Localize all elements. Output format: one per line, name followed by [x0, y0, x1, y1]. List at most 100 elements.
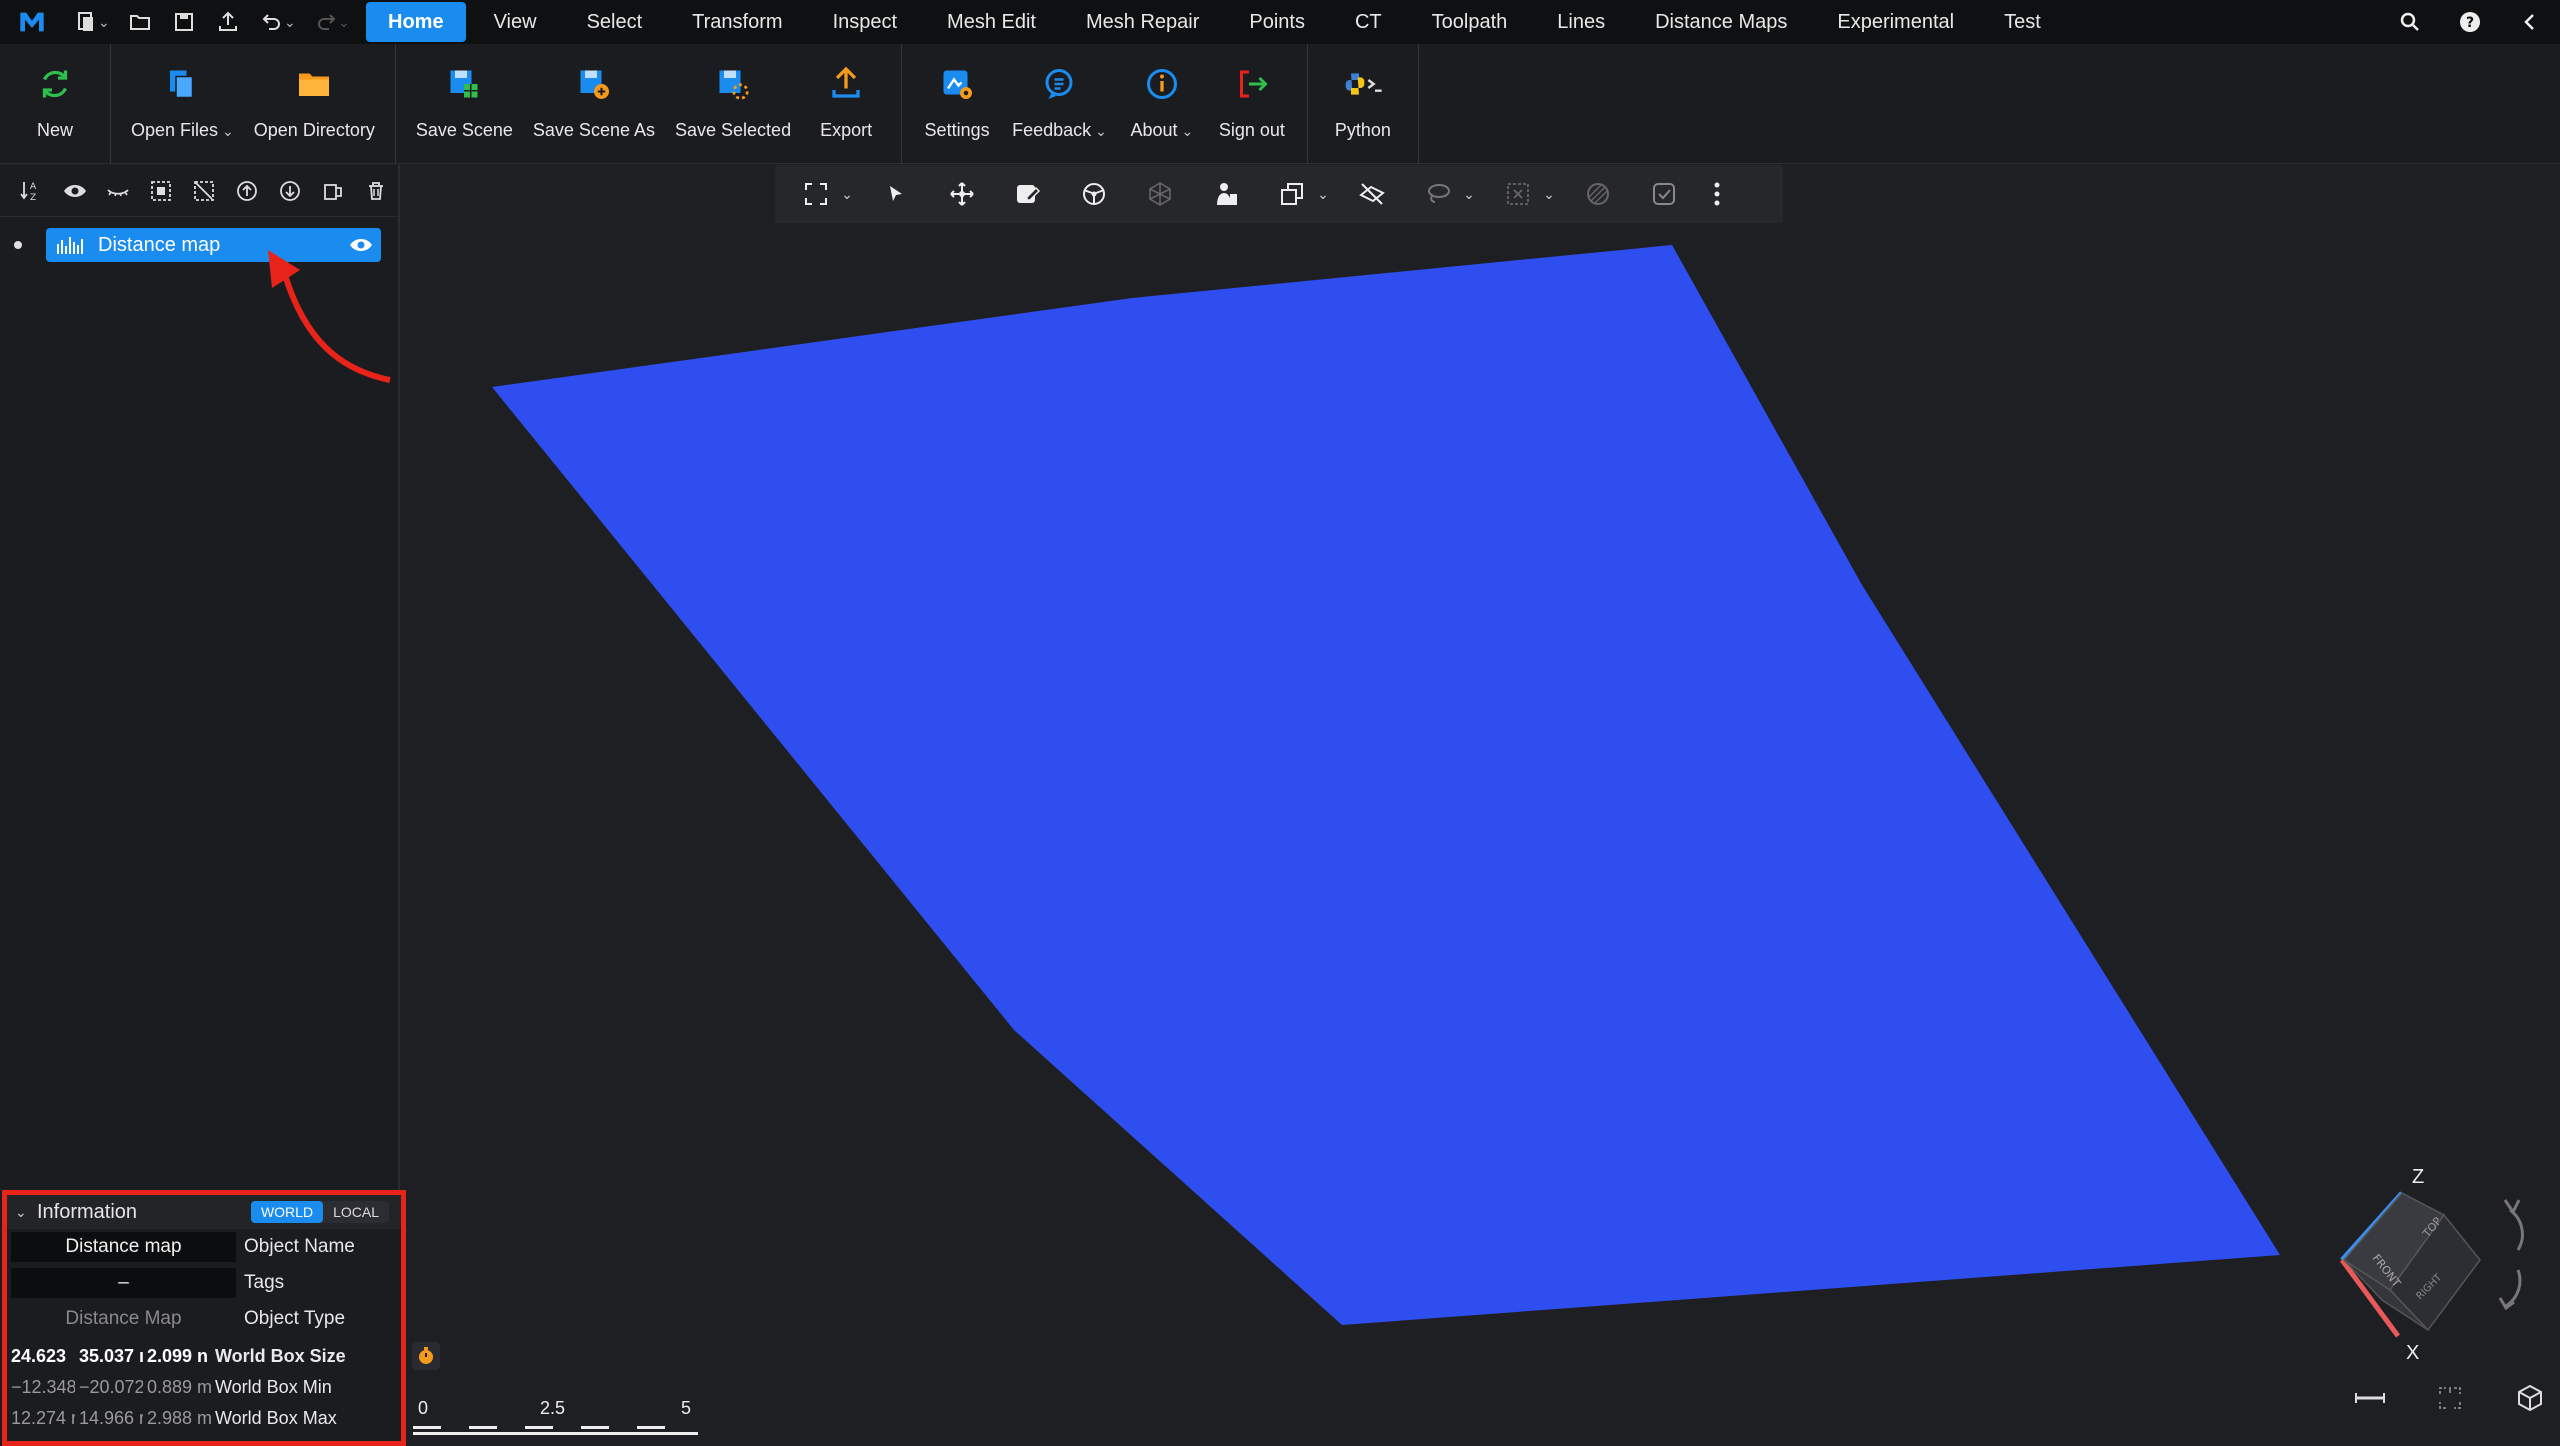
- select-all-icon[interactable]: [139, 171, 182, 211]
- move-up-icon[interactable]: [226, 171, 269, 211]
- chevron-down-icon[interactable]: ⌄: [837, 171, 857, 217]
- chevron-down-icon[interactable]: ⌄: [1095, 123, 1107, 139]
- tab-home[interactable]: Home: [366, 2, 466, 42]
- tab-experimental[interactable]: Experimental: [1815, 2, 1976, 42]
- tab-mesh-repair[interactable]: Mesh Repair: [1064, 2, 1221, 42]
- deselect-all-icon[interactable]: [182, 171, 225, 211]
- local-toggle[interactable]: LOCAL: [323, 1201, 389, 1223]
- navigation-cube[interactable]: Z X TOP FRONT RIGHT: [2320, 1160, 2540, 1380]
- scale-tick-2: 5: [681, 1398, 692, 1418]
- 3d-viewport[interactable]: [402, 165, 2560, 1446]
- tab-points[interactable]: Points: [1227, 2, 1327, 42]
- lasso-icon[interactable]: [1415, 171, 1461, 217]
- search-icon[interactable]: [2380, 0, 2440, 44]
- object-name-key: Object Name: [244, 1236, 355, 1257]
- fit-view-icon[interactable]: [793, 171, 839, 217]
- steering-icon[interactable]: [1071, 171, 1117, 217]
- world-box-size-row: 24.623 35.037 ı 2.099 n World Box Size: [7, 1341, 401, 1372]
- ruler-icon[interactable]: [2330, 1378, 2410, 1418]
- app-logo-icon[interactable]: [0, 0, 64, 44]
- trash-icon[interactable]: [355, 171, 398, 211]
- scene-toolbar: AZ: [0, 165, 398, 217]
- chevron-down-icon[interactable]: ⌄: [338, 14, 352, 31]
- distance-map-plane[interactable]: [402, 165, 2560, 1446]
- distance-map-icon: [56, 233, 86, 257]
- open-folder-icon[interactable]: [118, 0, 162, 44]
- world-toggle[interactable]: WORLD: [250, 1201, 324, 1223]
- feedback-icon: [1039, 64, 1079, 104]
- hide-all-icon[interactable]: [96, 171, 139, 211]
- view-cube-icon[interactable]: [2490, 1378, 2560, 1418]
- settings-button[interactable]: Settings: [912, 44, 1002, 164]
- timer-icon[interactable]: [412, 1342, 440, 1370]
- export-button[interactable]: Export: [801, 44, 891, 164]
- disable-icon[interactable]: [1575, 171, 1621, 217]
- tab-transform[interactable]: Transform: [670, 2, 804, 42]
- upload-icon: [826, 64, 866, 104]
- about-button[interactable]: About ⌄: [1117, 44, 1207, 164]
- chevron-down-icon[interactable]: ⌄: [1313, 171, 1333, 217]
- figure-icon[interactable]: [1203, 171, 1249, 217]
- clipping-plane-icon[interactable]: [1349, 171, 1395, 217]
- sort-az-icon[interactable]: AZ: [10, 171, 53, 211]
- help-icon[interactable]: ?: [2440, 0, 2500, 44]
- export-icon[interactable]: [206, 0, 250, 44]
- tab-view[interactable]: View: [472, 2, 559, 42]
- save-icon[interactable]: [162, 0, 206, 44]
- save-scene-as-label: Save Scene As: [532, 120, 655, 140]
- chevron-down-icon[interactable]: ⌄: [284, 14, 298, 31]
- tab-inspect[interactable]: Inspect: [811, 2, 919, 42]
- world-box-min-row: −12.348 −20.072 0.889 m World Box Min: [7, 1372, 401, 1403]
- tab-lines[interactable]: Lines: [1535, 2, 1627, 42]
- svg-text:A: A: [30, 182, 37, 192]
- save-scene-as-button[interactable]: Save Scene As: [523, 44, 665, 164]
- more-options-icon[interactable]: [1707, 171, 1727, 217]
- world-box-max-key: World Box Max: [215, 1408, 337, 1428]
- cursor-select-icon[interactable]: [873, 171, 919, 217]
- object-name-field[interactable]: Distance map: [11, 1232, 236, 1262]
- edit-object-icon[interactable]: [1005, 171, 1051, 217]
- checkbox-icon[interactable]: [1641, 171, 1687, 217]
- information-header[interactable]: ⌄ Information WORLD LOCAL: [7, 1195, 401, 1229]
- focus-icon[interactable]: [2410, 1378, 2490, 1418]
- tree-bullet: [14, 241, 22, 249]
- tab-test[interactable]: Test: [1982, 2, 2063, 42]
- ribbon-group-python: Python: [1308, 44, 1419, 164]
- tab-select[interactable]: Select: [565, 2, 665, 42]
- object-type-value: Distance Map: [65, 1308, 182, 1329]
- transform-copy-icon[interactable]: [1269, 171, 1315, 217]
- refresh-icon: [35, 64, 75, 104]
- chevron-down-icon[interactable]: ⌄: [15, 1204, 37, 1221]
- chevron-down-icon[interactable]: ⌄: [1539, 171, 1559, 217]
- cube-icon[interactable]: TOP FRONT RIGHT: [2320, 1160, 2540, 1380]
- chevron-down-icon[interactable]: ⌄: [1182, 123, 1194, 139]
- tab-distance-maps[interactable]: Distance Maps: [1633, 2, 1809, 42]
- save-selected-button[interactable]: Save Selected: [665, 44, 801, 164]
- move-icon[interactable]: [939, 171, 985, 217]
- python-button[interactable]: Python: [1318, 44, 1408, 164]
- show-all-icon[interactable]: [53, 171, 96, 211]
- tab-mesh-edit[interactable]: Mesh Edit: [925, 2, 1058, 42]
- scale-bar: 0 2.5 5: [413, 1398, 703, 1438]
- chevron-down-icon[interactable]: ⌄: [222, 123, 234, 139]
- export-label: Export: [820, 120, 873, 140]
- collapse-panel-icon[interactable]: [2500, 0, 2560, 44]
- sign-out-button[interactable]: Sign out: [1207, 44, 1297, 164]
- chevron-down-icon[interactable]: ⌄: [1459, 171, 1479, 217]
- tags-field[interactable]: –: [11, 1268, 236, 1298]
- clone-icon[interactable]: [312, 171, 355, 211]
- box-select-icon[interactable]: [1495, 171, 1541, 217]
- chevron-down-icon[interactable]: ⌄: [98, 14, 112, 31]
- open-files-button[interactable]: Open Files ⌄: [121, 44, 244, 164]
- axis-z-label: Z: [2412, 1166, 2425, 1188]
- move-down-icon[interactable]: [269, 171, 312, 211]
- svg-text:?: ?: [2466, 15, 2474, 31]
- annotation-arrow-icon: [268, 250, 391, 383]
- open-directory-button[interactable]: Open Directory: [244, 44, 385, 164]
- mesh-icon[interactable]: [1137, 171, 1183, 217]
- tab-toolpath[interactable]: Toolpath: [1410, 2, 1530, 42]
- new-button[interactable]: New: [10, 44, 100, 164]
- save-scene-button[interactable]: Save Scene: [406, 44, 523, 164]
- feedback-button[interactable]: Feedback ⌄: [1002, 44, 1117, 164]
- tab-ct[interactable]: CT: [1333, 2, 1404, 42]
